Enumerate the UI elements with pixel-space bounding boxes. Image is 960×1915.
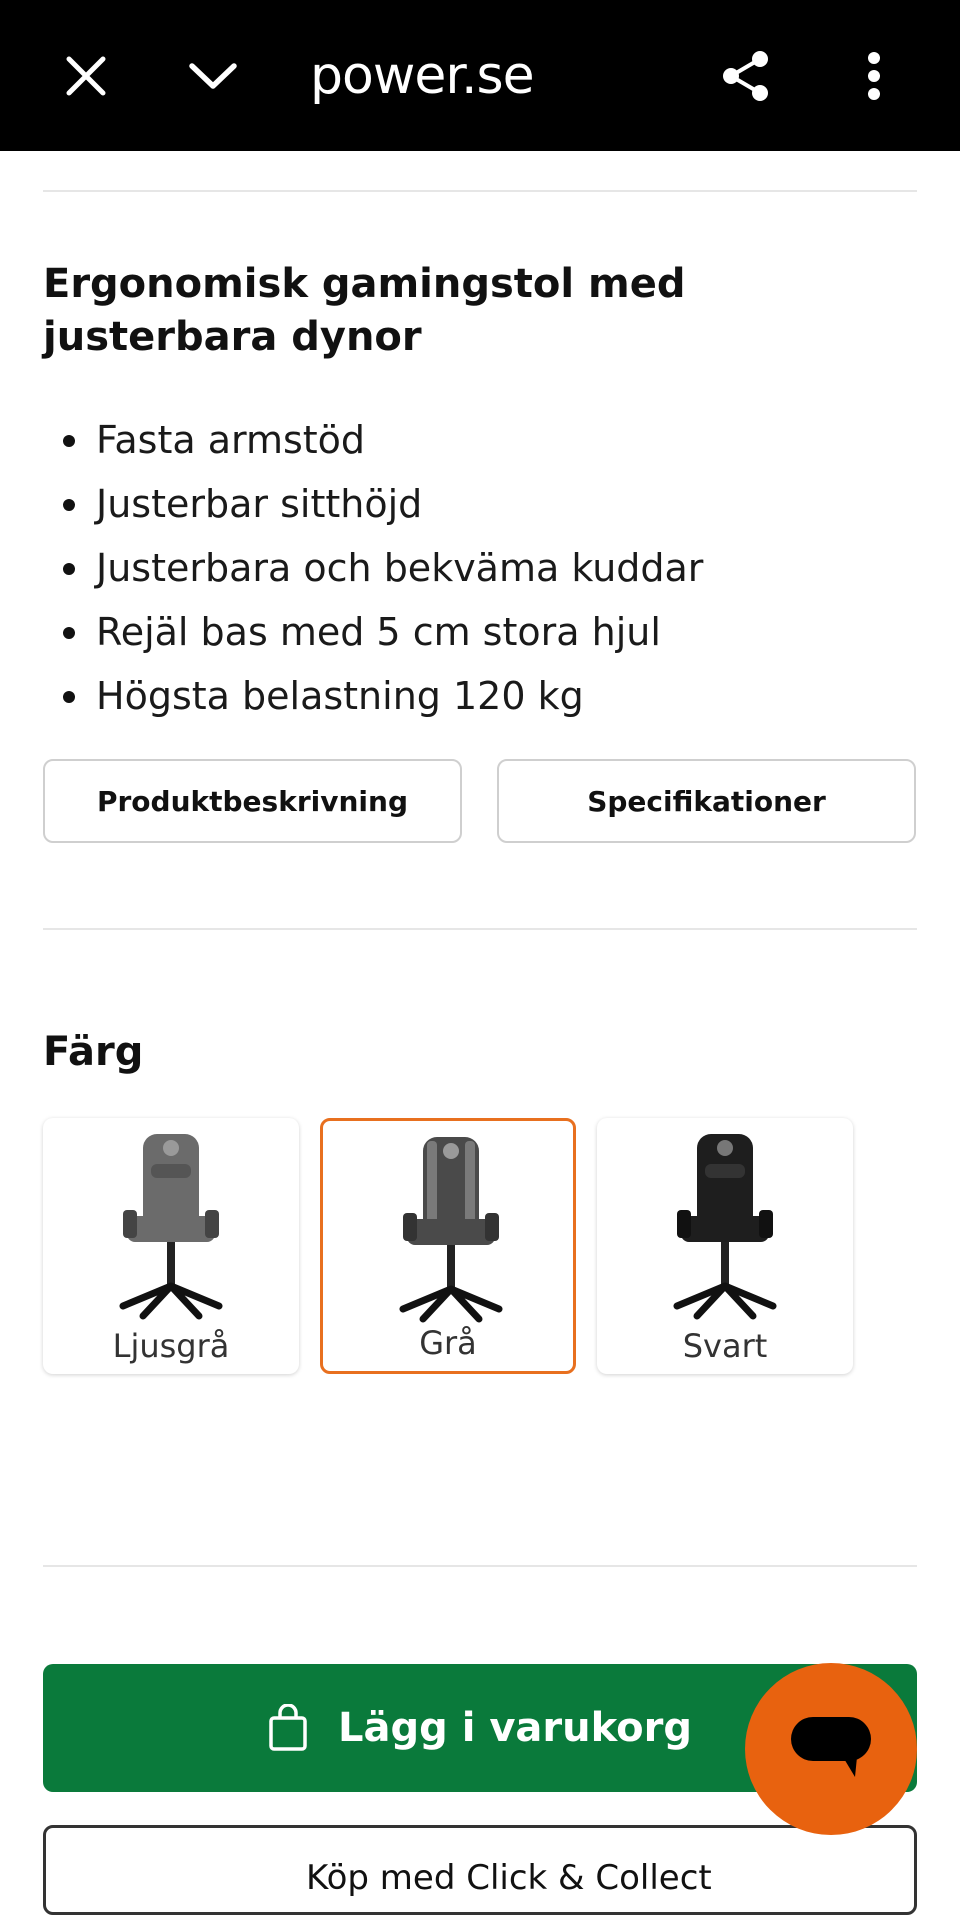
- shopping-bag-icon: [269, 1704, 307, 1751]
- share-button[interactable]: [710, 40, 782, 112]
- share-icon: [723, 51, 768, 101]
- chat-bubble-icon: [791, 1717, 871, 1777]
- list-item: Justerbar sitthöjd: [43, 472, 917, 536]
- more-vertical-icon: [868, 52, 880, 100]
- divider: [43, 1565, 917, 1567]
- chevron-down-icon: [189, 63, 237, 89]
- color-option-svart[interactable]: Svart: [597, 1118, 853, 1374]
- divider: [43, 928, 917, 930]
- color-option-label: Svart: [682, 1327, 768, 1365]
- add-to-cart-label: Lägg i varukorg: [338, 1705, 692, 1751]
- tabs-dropdown-button[interactable]: [177, 40, 249, 112]
- color-option-label: Grå: [419, 1324, 477, 1362]
- color-option-gra[interactable]: Grå: [320, 1118, 576, 1374]
- product-description-button[interactable]: Produktbeskrivning: [43, 759, 462, 843]
- close-icon: [66, 56, 106, 96]
- chair-image: [119, 1134, 223, 1320]
- chair-image: [399, 1137, 503, 1323]
- bullet-icon: [63, 627, 75, 639]
- page-url[interactable]: power.se: [310, 44, 535, 108]
- feature-list: Fasta armstöd Justerbar sitthöjd Justerb…: [43, 408, 917, 728]
- list-item: Rejäl bas med 5 cm stora hjul: [43, 600, 917, 664]
- bullet-icon: [63, 435, 75, 447]
- browser-toolbar: power.se: [0, 0, 960, 151]
- click-collect-label: Köp med Click & Collect: [306, 1858, 712, 1898]
- specifications-button[interactable]: Specifikationer: [497, 759, 916, 843]
- list-item: Högsta belastning 120 kg: [43, 664, 917, 728]
- list-item: Fasta armstöd: [43, 408, 917, 472]
- color-section-title: Färg: [43, 1029, 144, 1075]
- color-option-label: Ljusgrå: [112, 1327, 230, 1365]
- list-item: Justerbara och bekväma kuddar: [43, 536, 917, 600]
- bullet-icon: [63, 563, 75, 575]
- click-collect-button[interactable]: Köp med Click & Collect: [43, 1825, 917, 1915]
- bullet-icon: [63, 499, 75, 511]
- close-button[interactable]: [50, 40, 122, 112]
- bullet-icon: [63, 691, 75, 703]
- chair-image: [673, 1134, 777, 1320]
- divider: [43, 190, 917, 192]
- chat-button[interactable]: [745, 1663, 917, 1835]
- color-option-ljusgra[interactable]: Ljusgrå: [43, 1118, 299, 1374]
- more-options-button[interactable]: [838, 40, 910, 112]
- product-heading: Ergonomisk gamingstol med justerbara dyn…: [43, 261, 686, 360]
